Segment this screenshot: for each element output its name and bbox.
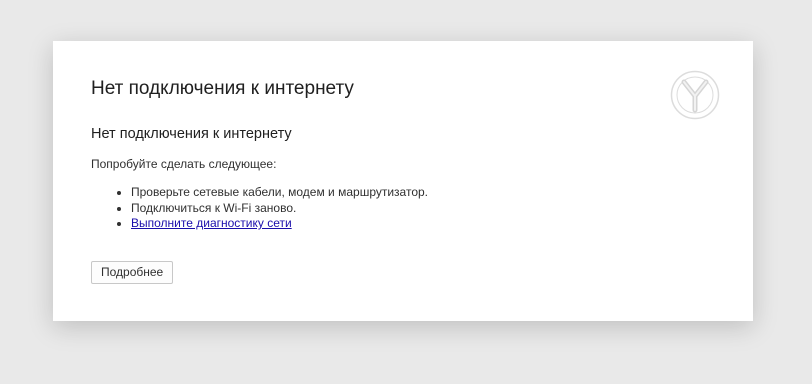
error-card: Нет подключения к интернету Нет подключе… <box>53 41 753 321</box>
details-button[interactable]: Подробнее <box>91 261 174 284</box>
error-subtitle: Нет подключения к интернету <box>91 126 292 142</box>
suggestion-check-cables: Проверьте сетевые кабели, модем и маршру… <box>131 185 428 201</box>
yandex-browser-logo-icon <box>670 70 720 120</box>
page-title: Нет подключения к интернету <box>91 78 354 99</box>
suggestions-heading: Попробуйте сделать следующее: <box>91 157 277 171</box>
suggestion-diagnostics: Выполните диагностику сети <box>131 216 428 232</box>
network-diagnostics-link[interactable]: Выполните диагностику сети <box>131 216 292 230</box>
suggestions-list: Проверьте сетевые кабели, модем и маршру… <box>91 185 428 232</box>
suggestion-reconnect-wifi: Подключиться к Wi-Fi заново. <box>131 201 428 217</box>
